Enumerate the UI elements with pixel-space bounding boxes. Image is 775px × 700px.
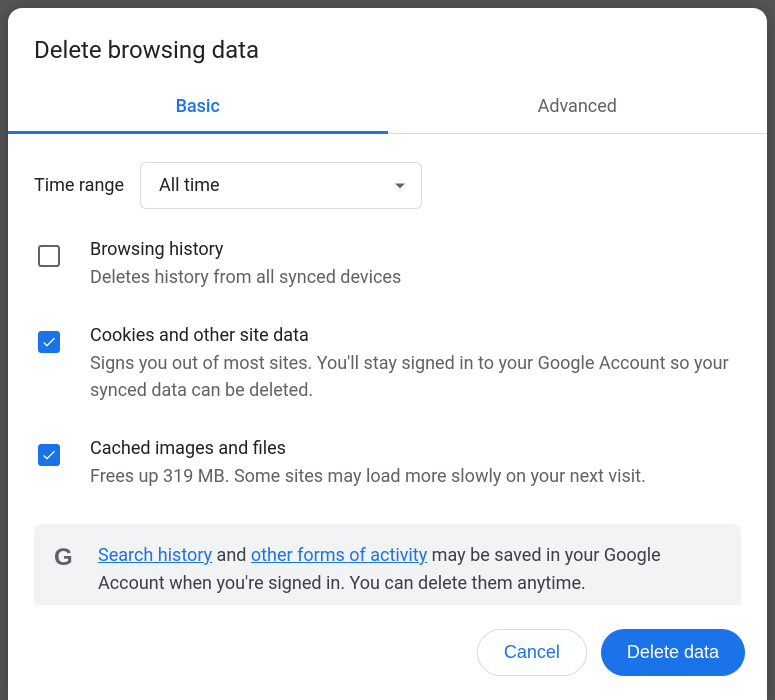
search-history-link[interactable]: Search history xyxy=(98,545,212,566)
dialog-footer: Cancel Delete data xyxy=(8,605,767,700)
delete-browsing-data-dialog: Delete browsing data Basic Advanced Time… xyxy=(8,8,767,700)
check-icon xyxy=(41,334,57,350)
info-text: Search history and other forms of activi… xyxy=(98,542,721,598)
check-icon xyxy=(41,447,57,463)
checkbox-cookies[interactable] xyxy=(38,331,60,353)
option-desc: Signs you out of most sites. You'll stay… xyxy=(90,350,741,404)
dialog-content: Time range All time Browsing history Del… xyxy=(8,134,767,605)
time-range-select[interactable]: All time xyxy=(140,162,422,209)
delete-data-button[interactable]: Delete data xyxy=(601,629,745,676)
option-browsing-history: Browsing history Deletes history from al… xyxy=(34,239,741,291)
time-range-row: Time range All time xyxy=(34,162,741,209)
google-account-info: G Search history and other forms of acti… xyxy=(34,524,741,605)
option-text: Cached images and files Frees up 319 MB.… xyxy=(90,438,741,490)
option-desc: Frees up 319 MB. Some sites may load mor… xyxy=(90,463,741,490)
option-cached: Cached images and files Frees up 319 MB.… xyxy=(34,438,741,490)
cancel-button[interactable]: Cancel xyxy=(477,629,587,676)
info-mid: and xyxy=(212,545,251,566)
checkbox-cached[interactable] xyxy=(38,444,60,466)
dialog-title: Delete browsing data xyxy=(8,12,767,82)
tab-advanced[interactable]: Advanced xyxy=(388,82,768,133)
tab-basic[interactable]: Basic xyxy=(8,82,388,133)
time-range-value: All time xyxy=(159,175,220,196)
option-desc: Deletes history from all synced devices xyxy=(90,264,741,291)
option-text: Browsing history Deletes history from al… xyxy=(90,239,741,291)
other-activity-link[interactable]: other forms of activity xyxy=(251,545,427,566)
option-cookies: Cookies and other site data Signs you ou… xyxy=(34,325,741,404)
option-title: Cookies and other site data xyxy=(90,325,741,346)
option-title: Browsing history xyxy=(90,239,741,260)
option-text: Cookies and other site data Signs you ou… xyxy=(90,325,741,404)
checkbox-browsing-history[interactable] xyxy=(38,245,60,267)
option-title: Cached images and files xyxy=(90,438,741,459)
tab-bar: Basic Advanced xyxy=(8,82,767,134)
google-icon: G xyxy=(54,544,80,570)
time-range-label: Time range xyxy=(34,175,124,196)
